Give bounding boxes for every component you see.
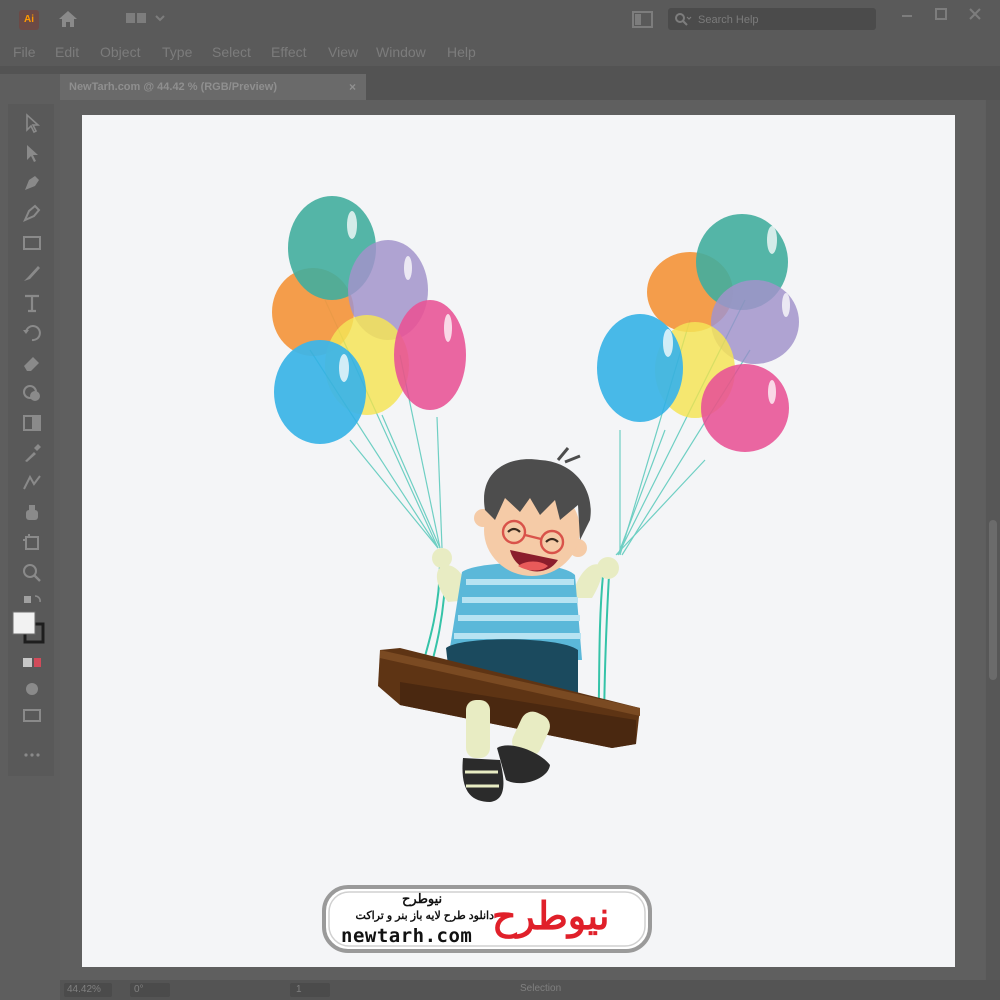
artboard-field[interactable]: 1 [290, 983, 330, 997]
left-sandal [462, 758, 504, 802]
balloon-blue-left [274, 340, 366, 444]
right-hand [597, 557, 619, 579]
current-tool-label: Selection [520, 983, 562, 994]
left-hand [432, 548, 452, 568]
watermark-brand-fa: نیوطرح [402, 891, 443, 906]
watermark-badge: نیوطرح دانلود طرح لایه باز بنر و تراکت n… [322, 885, 652, 953]
zoom-value: 44.42% [67, 984, 101, 995]
rotation-value: 0° [134, 984, 144, 995]
boy-head [474, 447, 591, 576]
balloon-pink-right [701, 364, 789, 452]
balloon-cluster-left [272, 196, 466, 444]
status-bar: 44.42% 0° 1 Selection [60, 980, 1000, 1000]
balloon-pink-left [394, 300, 466, 410]
balloon-blue-right [597, 314, 683, 422]
watermark-logo: نیوطرح [492, 896, 610, 938]
rotation-field[interactable]: 0° [130, 983, 170, 997]
illustration-boy-swing-balloons[interactable] [0, 0, 1000, 1000]
artboard-number: 1 [296, 984, 302, 995]
right-sandal [497, 745, 550, 784]
hair-tuft [556, 447, 581, 464]
zoom-field[interactable]: 44.42% [64, 983, 112, 997]
watermark-url: newtarh.com [341, 925, 473, 947]
watermark-slogan-fa: دانلود طرح لایه باز بنر و تراکت [355, 910, 494, 922]
